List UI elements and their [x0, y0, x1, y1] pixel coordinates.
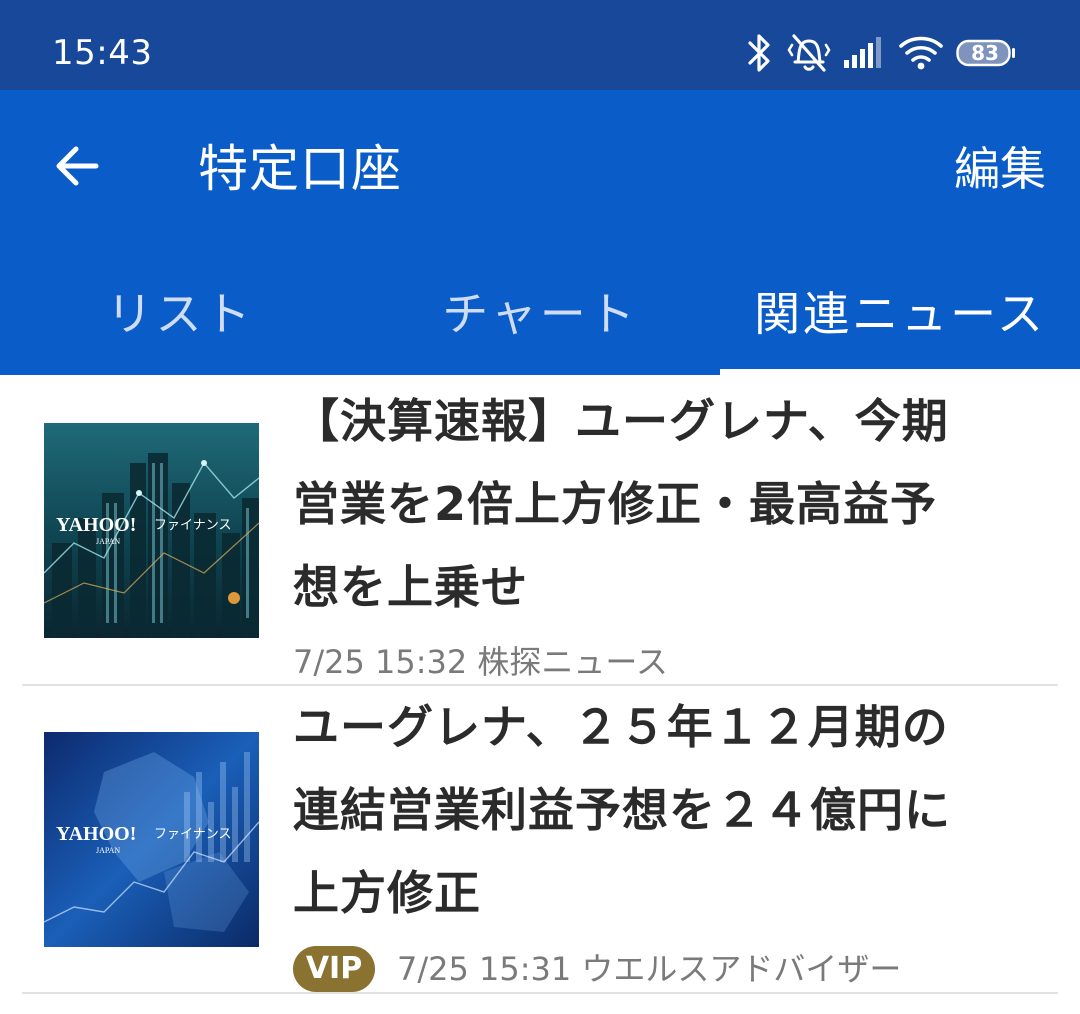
signal-icon [844, 37, 881, 68]
status-bar: 15:43 83 [0, 0, 1080, 90]
news-source: 株探ニュース [477, 643, 668, 681]
vibrate-off-icon [787, 34, 831, 72]
news-thumbnail: YAHOO! JAPAN ファイナンス [44, 423, 259, 638]
news-title: 【決算速報】ユーグレナ、今期 営業を2倍上方修正・最高益予 想を上乗せ [293, 380, 1033, 629]
tab-list[interactable]: リスト [0, 262, 360, 375]
bluetooth-icon [748, 34, 770, 72]
tab-chart[interactable]: チャート [360, 262, 720, 375]
app-bar: 特定口座 編集 リスト チャート 関連ニュース [0, 90, 1080, 375]
news-title-line: 想を上乗せ [293, 560, 528, 614]
app-screen: 15:43 83 特定口座 編集 リスト チャート 関連ニュース YAHOO! … [0, 0, 1080, 1014]
divider [22, 992, 1058, 994]
status-time: 15:43 [52, 33, 153, 73]
arrow-left-icon [56, 146, 99, 186]
finance-label: ファイナンス [154, 518, 231, 533]
news-meta: VIP 7/25 15:31 ウエルスアドバイザー [293, 944, 902, 992]
yahoo-logo-sub: JAPAN [96, 846, 120, 855]
news-source: ウエルスアドバイザー [581, 950, 902, 988]
edit-button[interactable]: 編集 [940, 136, 1060, 202]
news-title-line: 連結営業利益予想を２４億円に [293, 783, 951, 837]
news-date: 7/25 15:32 [293, 643, 468, 681]
yahoo-logo-text: YAHOO! [56, 514, 136, 536]
battery-level: 83 [971, 41, 999, 65]
news-title-line: 上方修正 [293, 866, 481, 920]
tab-bar: リスト チャート 関連ニュース [0, 262, 1080, 375]
news-item[interactable]: YAHOO! JAPAN ファイナンス ユーグレナ、２５年１２月期の 連結営業利… [0, 686, 1080, 992]
news-title-line: 【決算速報】ユーグレナ、今期 [293, 394, 949, 448]
news-meta: 7/25 15:32 株探ニュース [293, 637, 668, 683]
yahoo-logo-sub: JAPAN [96, 537, 120, 546]
news-title-line: ユーグレナ、２５年１２月期の [293, 700, 949, 754]
wifi-icon [899, 36, 943, 70]
news-title: ユーグレナ、２５年１２月期の 連結営業利益予想を２４億円に 上方修正 [293, 686, 1033, 935]
page-title: 特定口座 [198, 140, 402, 198]
tab-related-news[interactable]: 関連ニュース [720, 262, 1080, 375]
vip-badge: VIP [293, 946, 375, 992]
news-thumbnail: YAHOO! JAPAN ファイナンス [44, 732, 259, 947]
news-date: 7/25 15:31 [397, 950, 572, 988]
back-button[interactable] [40, 128, 116, 204]
yahoo-logo-text: YAHOO! [56, 823, 136, 845]
news-item[interactable]: YAHOO! JAPAN ファイナンス 【決算速報】ユーグレナ、今期 営業を2倍… [0, 375, 1080, 685]
finance-label: ファイナンス [154, 827, 231, 842]
news-title-line: 営業を2倍上方修正・最高益予 [293, 477, 938, 531]
